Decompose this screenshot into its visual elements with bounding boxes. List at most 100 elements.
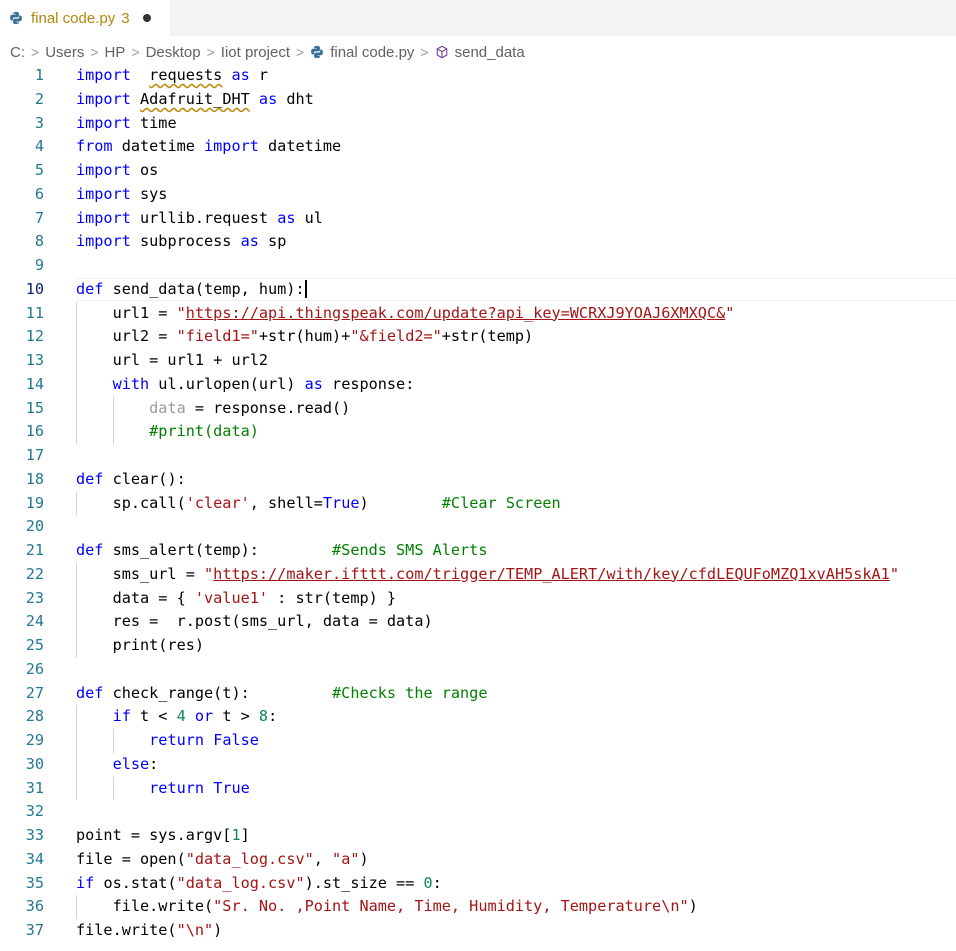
code-line[interactable]: 34 file = open("data_log.csv", "a") (0, 848, 956, 872)
line-number: 5 (34, 161, 44, 179)
code-token: sp (258, 232, 287, 251)
code-line[interactable]: 22 sms_url = "https://maker.ifttt.com/tr… (0, 563, 956, 587)
code-text: point = sys.argv[1] (76, 824, 250, 848)
code-token: data = { (76, 588, 195, 607)
code-line[interactable]: 30 else: (0, 753, 956, 777)
code-line[interactable]: 32 (0, 800, 956, 824)
code-line[interactable]: 26 (0, 658, 956, 682)
code-token: file = open( (76, 849, 186, 868)
code-line[interactable]: 37 file.write("\n") (0, 919, 956, 943)
code-line[interactable]: 21 def sms_alert(temp): #Sends SMS Alerts (0, 539, 956, 563)
chevron-right-icon: > (90, 44, 99, 60)
code-text: import os (76, 159, 158, 183)
code-text: url1 = "https://api.thingspeak.com/updat… (76, 302, 735, 326)
code-line[interactable]: 1 import requests as r (0, 64, 956, 88)
code-token: ) (688, 897, 698, 916)
code-token: def (76, 279, 104, 298)
code-line[interactable]: 2 import Adafruit_DHT as dht (0, 88, 956, 112)
code-line[interactable]: 29 return False (0, 729, 956, 753)
url-link[interactable]: https://api.thingspeak.com/update?api_ke… (186, 304, 725, 322)
code-line[interactable]: 20 (0, 515, 956, 539)
code-line[interactable]: 4 from datetime import datetime (0, 135, 956, 159)
line-number: 10 (25, 279, 44, 298)
code-text: file = open("data_log.csv", "a") (76, 848, 369, 872)
code-line[interactable]: 33 point = sys.argv[1] (0, 824, 956, 848)
line-number: 18 (25, 469, 44, 488)
unsaved-dot-icon[interactable] (142, 14, 151, 22)
code-line[interactable]: 8 import subprocess as sp (0, 230, 956, 254)
code-token: datetime (258, 137, 342, 156)
code-token: sms_alert(temp): (103, 541, 333, 559)
code-line[interactable]: 12 url2 = "field1="+str(hum)+"&field2="+… (0, 325, 956, 349)
tab-filename: final code.py (31, 9, 116, 27)
code-line[interactable]: 10 def send_data(temp, hum): (0, 277, 956, 302)
breadcrumb-desktop[interactable]: Desktop (146, 44, 201, 61)
code-token: 1 (231, 826, 241, 844)
code-line[interactable]: 16 #print(data) (0, 420, 956, 444)
code-token: import (76, 232, 131, 251)
code-line[interactable]: 17 (0, 444, 956, 468)
code-token: response: (322, 374, 415, 393)
tab-final-code-py[interactable]: final code.py 3 (0, 0, 170, 36)
code-line[interactable]: 31 return True (0, 777, 956, 801)
code-line[interactable]: 28 if t < 4 or t > 8: (0, 705, 956, 729)
code-token: import (76, 66, 131, 84)
code-token: as (258, 89, 278, 108)
code-token: False (213, 731, 259, 749)
code-token: file.write( (76, 921, 177, 939)
code-text: with ul.urlopen(url) as response: (76, 373, 415, 397)
code-token: res = r.post(sms_url, data = data) (76, 612, 433, 631)
breadcrumb-drive[interactable]: C: (10, 44, 25, 61)
code-line[interactable]: 5 import os (0, 159, 956, 183)
tab-bar: final code.py 3 (0, 0, 956, 36)
breadcrumb-hp[interactable]: HP (105, 44, 126, 61)
code-text: url2 = "field1="+str(hum)+"&field2="+str… (76, 325, 534, 349)
code-token: : str(temp) } (268, 588, 397, 607)
code-text: sp.call('clear', shell=True) #Clear Scre… (76, 492, 561, 516)
code-line[interactable]: 13 url = url1 + url2 (0, 349, 956, 373)
code-line[interactable]: 35 if os.stat("data_log.csv").st_size == … (0, 872, 956, 896)
code-token: 'clear' (185, 493, 250, 512)
line-number: 1 (34, 66, 44, 84)
line-number: 15 (25, 398, 44, 417)
code-line[interactable]: 36 file.write("Sr. No. ,Point Name, Time… (0, 895, 956, 919)
breadcrumb-users[interactable]: Users (45, 44, 84, 61)
line-number: 22 (25, 564, 44, 583)
code-line[interactable]: 15 data = response.read() (0, 397, 956, 421)
code-line[interactable]: 23 data = { 'value1' : str(temp) } (0, 587, 956, 611)
code-editor[interactable]: 1 import requests as r 2 import Adafruit_DH… (0, 64, 956, 951)
code-token: sms_url = (76, 564, 205, 583)
breadcrumb-project[interactable]: Iiot project (221, 44, 290, 61)
code-token: : (432, 873, 442, 892)
code-token: data (149, 398, 186, 417)
url-link[interactable]: https://maker.ifttt.com/trigger/TEMP_ALE… (213, 565, 890, 583)
line-number: 31 (25, 778, 44, 797)
line-number: 12 (25, 327, 44, 346)
line-number: 27 (25, 683, 44, 702)
line-number: 16 (25, 422, 44, 441)
code-line[interactable]: 25 print(res) (0, 634, 956, 658)
code-line[interactable]: 19 sp.call('clear', shell=True) #Clear S… (0, 492, 956, 516)
code-line[interactable]: 7 import urllib.request as ul (0, 207, 956, 231)
code-text: data = { 'value1' : str(temp) } (76, 587, 396, 611)
code-token: #Sends SMS Alerts (332, 541, 488, 559)
indent-guide (76, 705, 77, 801)
code-token: t > (213, 707, 259, 726)
code-line[interactable]: 3 import time (0, 112, 956, 136)
code-token: = response.read() (185, 398, 351, 417)
code-line[interactable]: 27 def check_range(t): #Checks the range (0, 682, 956, 706)
code-line[interactable]: 9 (0, 254, 956, 278)
code-line[interactable]: 14 with ul.urlopen(url) as response: (0, 373, 956, 397)
code-line[interactable]: 18 def clear(): (0, 468, 956, 492)
code-token: or (194, 707, 214, 726)
code-line[interactable]: 6 import sys (0, 183, 956, 207)
code-token: True (322, 493, 360, 512)
code-token: url2 = (76, 327, 177, 346)
code-text: file.write("Sr. No. ,Point Name, Time, H… (76, 895, 698, 919)
breadcrumb-file[interactable]: final code.py (330, 44, 414, 61)
code-line[interactable]: 11 url1 = "https://api.thingspeak.com/up… (0, 302, 956, 326)
breadcrumb-symbol[interactable]: send_data (455, 44, 525, 61)
code-line[interactable]: 24 res = r.post(sms_url, data = data) (0, 610, 956, 634)
